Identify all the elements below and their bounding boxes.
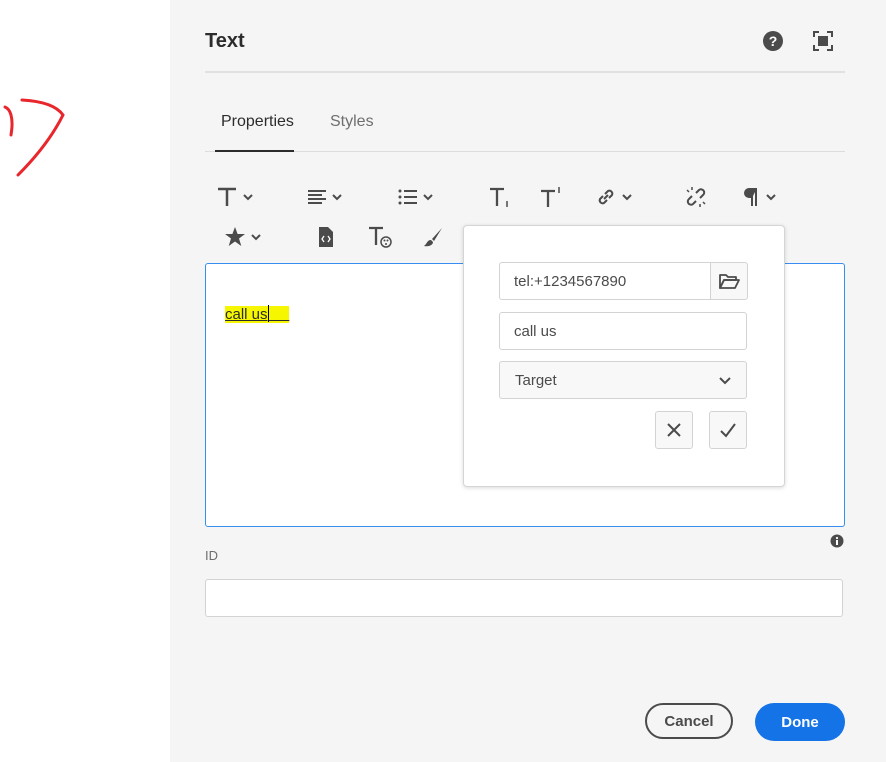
link-text-input[interactable] xyxy=(500,313,704,349)
svg-text:?: ? xyxy=(769,33,778,49)
info-icon[interactable] xyxy=(830,534,844,553)
chevron-down-icon xyxy=(243,194,253,201)
text-dialog: Text ? Properties Styles call us tel:+12… xyxy=(170,0,886,762)
id-field[interactable] xyxy=(205,579,846,618)
link-text-field[interactable] xyxy=(499,312,747,350)
special-characters-icon xyxy=(225,227,245,246)
brush-icon xyxy=(424,228,442,247)
browse-button[interactable] xyxy=(710,262,748,300)
text-format-button[interactable] xyxy=(216,182,256,212)
subscript-button[interactable] xyxy=(488,182,528,212)
chevron-down-icon xyxy=(622,194,632,201)
id-label: ID xyxy=(205,548,218,563)
unlink-button[interactable] xyxy=(685,182,725,212)
link-icon xyxy=(598,189,614,205)
url-field[interactable] xyxy=(497,262,711,300)
text-format-icon xyxy=(218,187,236,206)
page-background xyxy=(0,0,170,762)
id-input[interactable] xyxy=(206,580,846,618)
target-picker[interactable]: Target xyxy=(499,361,747,399)
chevron-down-icon xyxy=(766,194,776,201)
target-picker-label: Target xyxy=(515,371,557,389)
done-button[interactable]: Done xyxy=(755,703,845,741)
justify-icon xyxy=(308,190,326,204)
brush-button[interactable] xyxy=(422,222,462,252)
text-style-icon xyxy=(369,226,392,248)
tabs-divider xyxy=(205,151,845,152)
tab-properties[interactable]: Properties xyxy=(221,113,294,131)
paragraph-format-icon xyxy=(744,188,757,206)
cancel-button[interactable]: Cancel xyxy=(645,703,733,739)
header-divider xyxy=(205,71,845,73)
apply-link-button[interactable] xyxy=(709,411,747,449)
superscript-icon xyxy=(541,187,560,207)
folder-open-icon xyxy=(719,274,740,289)
chevron-down-icon xyxy=(251,234,261,241)
chevron-down-icon xyxy=(332,194,342,201)
close-icon xyxy=(667,423,681,437)
text-caret xyxy=(267,305,269,322)
source-edit-button[interactable] xyxy=(316,222,356,252)
annotation-mark xyxy=(3,98,65,177)
link-popover: Target xyxy=(463,225,785,487)
superscript-button[interactable] xyxy=(539,182,579,212)
fullscreen-icon[interactable] xyxy=(811,29,835,53)
list-icon xyxy=(398,189,417,205)
dialog-title: Text xyxy=(205,30,245,52)
active-tab-indicator xyxy=(215,150,294,152)
editor-link-text[interactable]: call us xyxy=(225,305,290,323)
special-characters-button[interactable] xyxy=(224,222,264,252)
justify-button[interactable] xyxy=(307,182,347,212)
help-icon[interactable]: ? xyxy=(761,29,785,53)
unlink-icon xyxy=(686,187,706,207)
subscript-icon xyxy=(490,187,508,207)
paragraph-format-button[interactable] xyxy=(741,182,781,212)
url-input[interactable] xyxy=(497,263,657,299)
text-style-button[interactable] xyxy=(367,222,407,252)
link-button[interactable] xyxy=(595,182,635,212)
tab-styles[interactable]: Styles xyxy=(330,113,374,131)
chevron-down-icon xyxy=(423,194,433,201)
source-edit-icon xyxy=(319,227,333,247)
cancel-link-button[interactable] xyxy=(655,411,693,449)
list-button[interactable] xyxy=(398,182,438,212)
chevron-down-icon xyxy=(719,377,731,385)
checkmark-icon xyxy=(720,423,736,438)
